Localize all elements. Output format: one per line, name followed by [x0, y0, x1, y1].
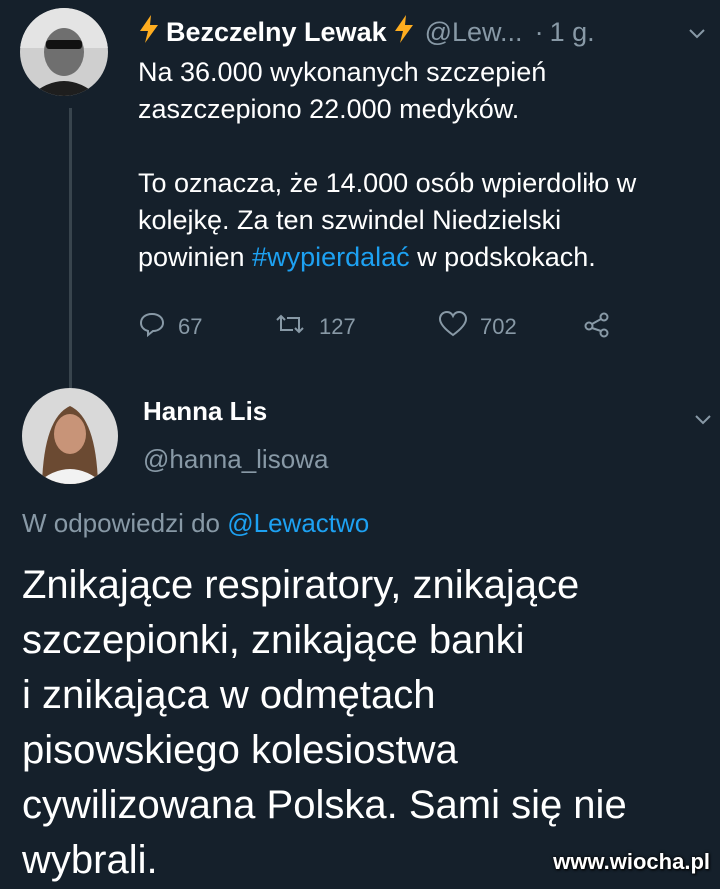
- tweet2-display-name[interactable]: Hanna Lis: [143, 396, 267, 427]
- tweet1-display-name[interactable]: Bezczelny Lewak: [166, 17, 387, 48]
- retweet-icon: [273, 310, 319, 344]
- lightning-icon: [138, 14, 160, 50]
- avatar-hanna-lis[interactable]: [22, 388, 118, 484]
- heart-icon: [438, 310, 480, 344]
- reply-count: 67: [178, 314, 203, 339]
- tweet1-header: Bezczelny Lewak @Lew... · 1 g.: [138, 14, 595, 50]
- reply-prefix: W odpowiedzi do: [22, 508, 220, 538]
- like-count: 702: [480, 314, 517, 339]
- retweet-button[interactable]: 127: [273, 310, 356, 344]
- avatar-bezczelny-lewak[interactable]: [20, 8, 108, 96]
- like-button[interactable]: 702: [438, 310, 517, 344]
- reply-button[interactable]: 67: [138, 310, 202, 344]
- tweet1-handle[interactable]: @Lew...: [425, 17, 523, 48]
- reply-handle-link[interactable]: @Lewactwo: [227, 508, 369, 538]
- tweet2-text: Znikające respiratory, znikające szczepi…: [22, 563, 627, 882]
- chevron-down-icon[interactable]: [688, 20, 706, 46]
- tweet2-handle[interactable]: @hanna_lisowa: [143, 444, 328, 475]
- hashtag-link[interactable]: #wypierdalać: [252, 242, 410, 272]
- tweet1-text: Na 36.000 wykonanych szczepień zaszczepi…: [138, 54, 713, 276]
- tweet1-actions: 67 127 702: [138, 310, 638, 346]
- share-button[interactable]: [583, 310, 623, 344]
- watermark: www.wiocha.pl: [553, 849, 710, 874]
- share-icon: [583, 310, 623, 344]
- lightning-icon: [393, 14, 415, 50]
- tweet1-text-body: Na 36.000 wykonanych szczepień zaszczepi…: [138, 57, 637, 272]
- tweet1-timestamp[interactable]: 1 g.: [550, 17, 595, 48]
- chevron-down-icon[interactable]: [694, 406, 712, 432]
- retweet-count: 127: [319, 314, 356, 339]
- reply-context: W odpowiedzi do @Lewactwo: [22, 508, 369, 539]
- separator-dot: ·: [534, 16, 544, 47]
- thread-line: [69, 108, 72, 388]
- tweet1-text-end: w podskokach.: [409, 242, 596, 272]
- reply-icon: [138, 310, 178, 344]
